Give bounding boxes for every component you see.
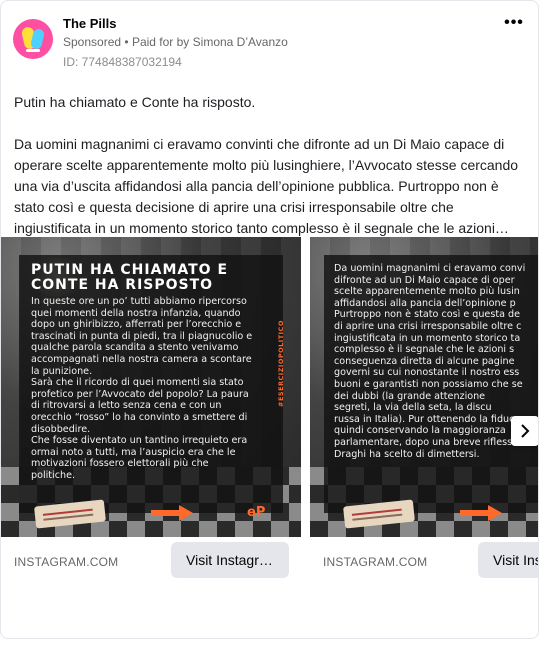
post-body-paragraph: Da uomini magnanimi ci eravamo convinti … — [14, 136, 519, 236]
page-avatar[interactable] — [13, 19, 53, 59]
chevron-right-icon — [521, 424, 530, 438]
carousel-next-button[interactable] — [511, 416, 538, 446]
carousel-slide-2[interactable]: Da uomini magnanimi ci eravamo convi dif… — [310, 237, 538, 537]
post-header: The Pills Sponsored • Paid for by Simona… — [13, 15, 526, 73]
slide-image-text: In queste ore un po’ tutti abbiamo riper… — [31, 296, 253, 481]
slide-footer: INSTAGRAM.COM Visit Instagr… — [1, 537, 301, 597]
arrow-right-icon — [151, 505, 193, 521]
hashtag-vertical: #ESERCIZIOPOLITICO — [277, 320, 285, 407]
sponsored-post-card: The Pills Sponsored • Paid for by Simona… — [0, 0, 539, 639]
slide-footer: INSTAGRAM.COM Visit Ins — [310, 537, 538, 597]
sponsored-label: Sponsored — [63, 35, 122, 49]
link-domain: INSTAGRAM.COM — [323, 555, 428, 569]
ad-id: ID: 774848387032194 — [63, 55, 182, 69]
image-carousel: PUTIN HA CHIAMATO E CONTE HA RISPOSTO In… — [1, 237, 538, 597]
more-options-icon[interactable]: ••• — [502, 13, 526, 33]
ep-logo: eP — [247, 505, 266, 520]
visit-instagram-button[interactable]: Visit Ins — [478, 542, 538, 578]
post-body-line: Putin ha chiamato e Conte ha risposto. — [14, 94, 256, 110]
link-domain: INSTAGRAM.COM — [14, 555, 119, 569]
sponsored-meta: Sponsored • Paid for by Simona D’Avanzo — [63, 35, 288, 49]
slide-image-title: PUTIN HA CHIAMATO E CONTE HA RISPOSTO — [31, 262, 229, 293]
arrow-right-icon — [460, 505, 502, 521]
slide-image-text: Da uomini magnanimi ci eravamo convi dif… — [334, 263, 526, 460]
meta-separator: • — [124, 35, 129, 49]
paid-for-by-label: Paid for by — [131, 35, 190, 49]
paid-for-by-name: Simona D’Avanzo — [192, 35, 288, 49]
page-name-link[interactable]: The Pills — [63, 16, 116, 31]
carousel-slide-1[interactable]: PUTIN HA CHIAMATO E CONTE HA RISPOSTO In… — [1, 237, 301, 537]
pill-logo-shape — [26, 49, 40, 52]
visit-instagram-button[interactable]: Visit Instagr… — [171, 542, 289, 578]
post-body: Putin ha chiamato e Conte ha risposto. D… — [14, 92, 519, 239]
